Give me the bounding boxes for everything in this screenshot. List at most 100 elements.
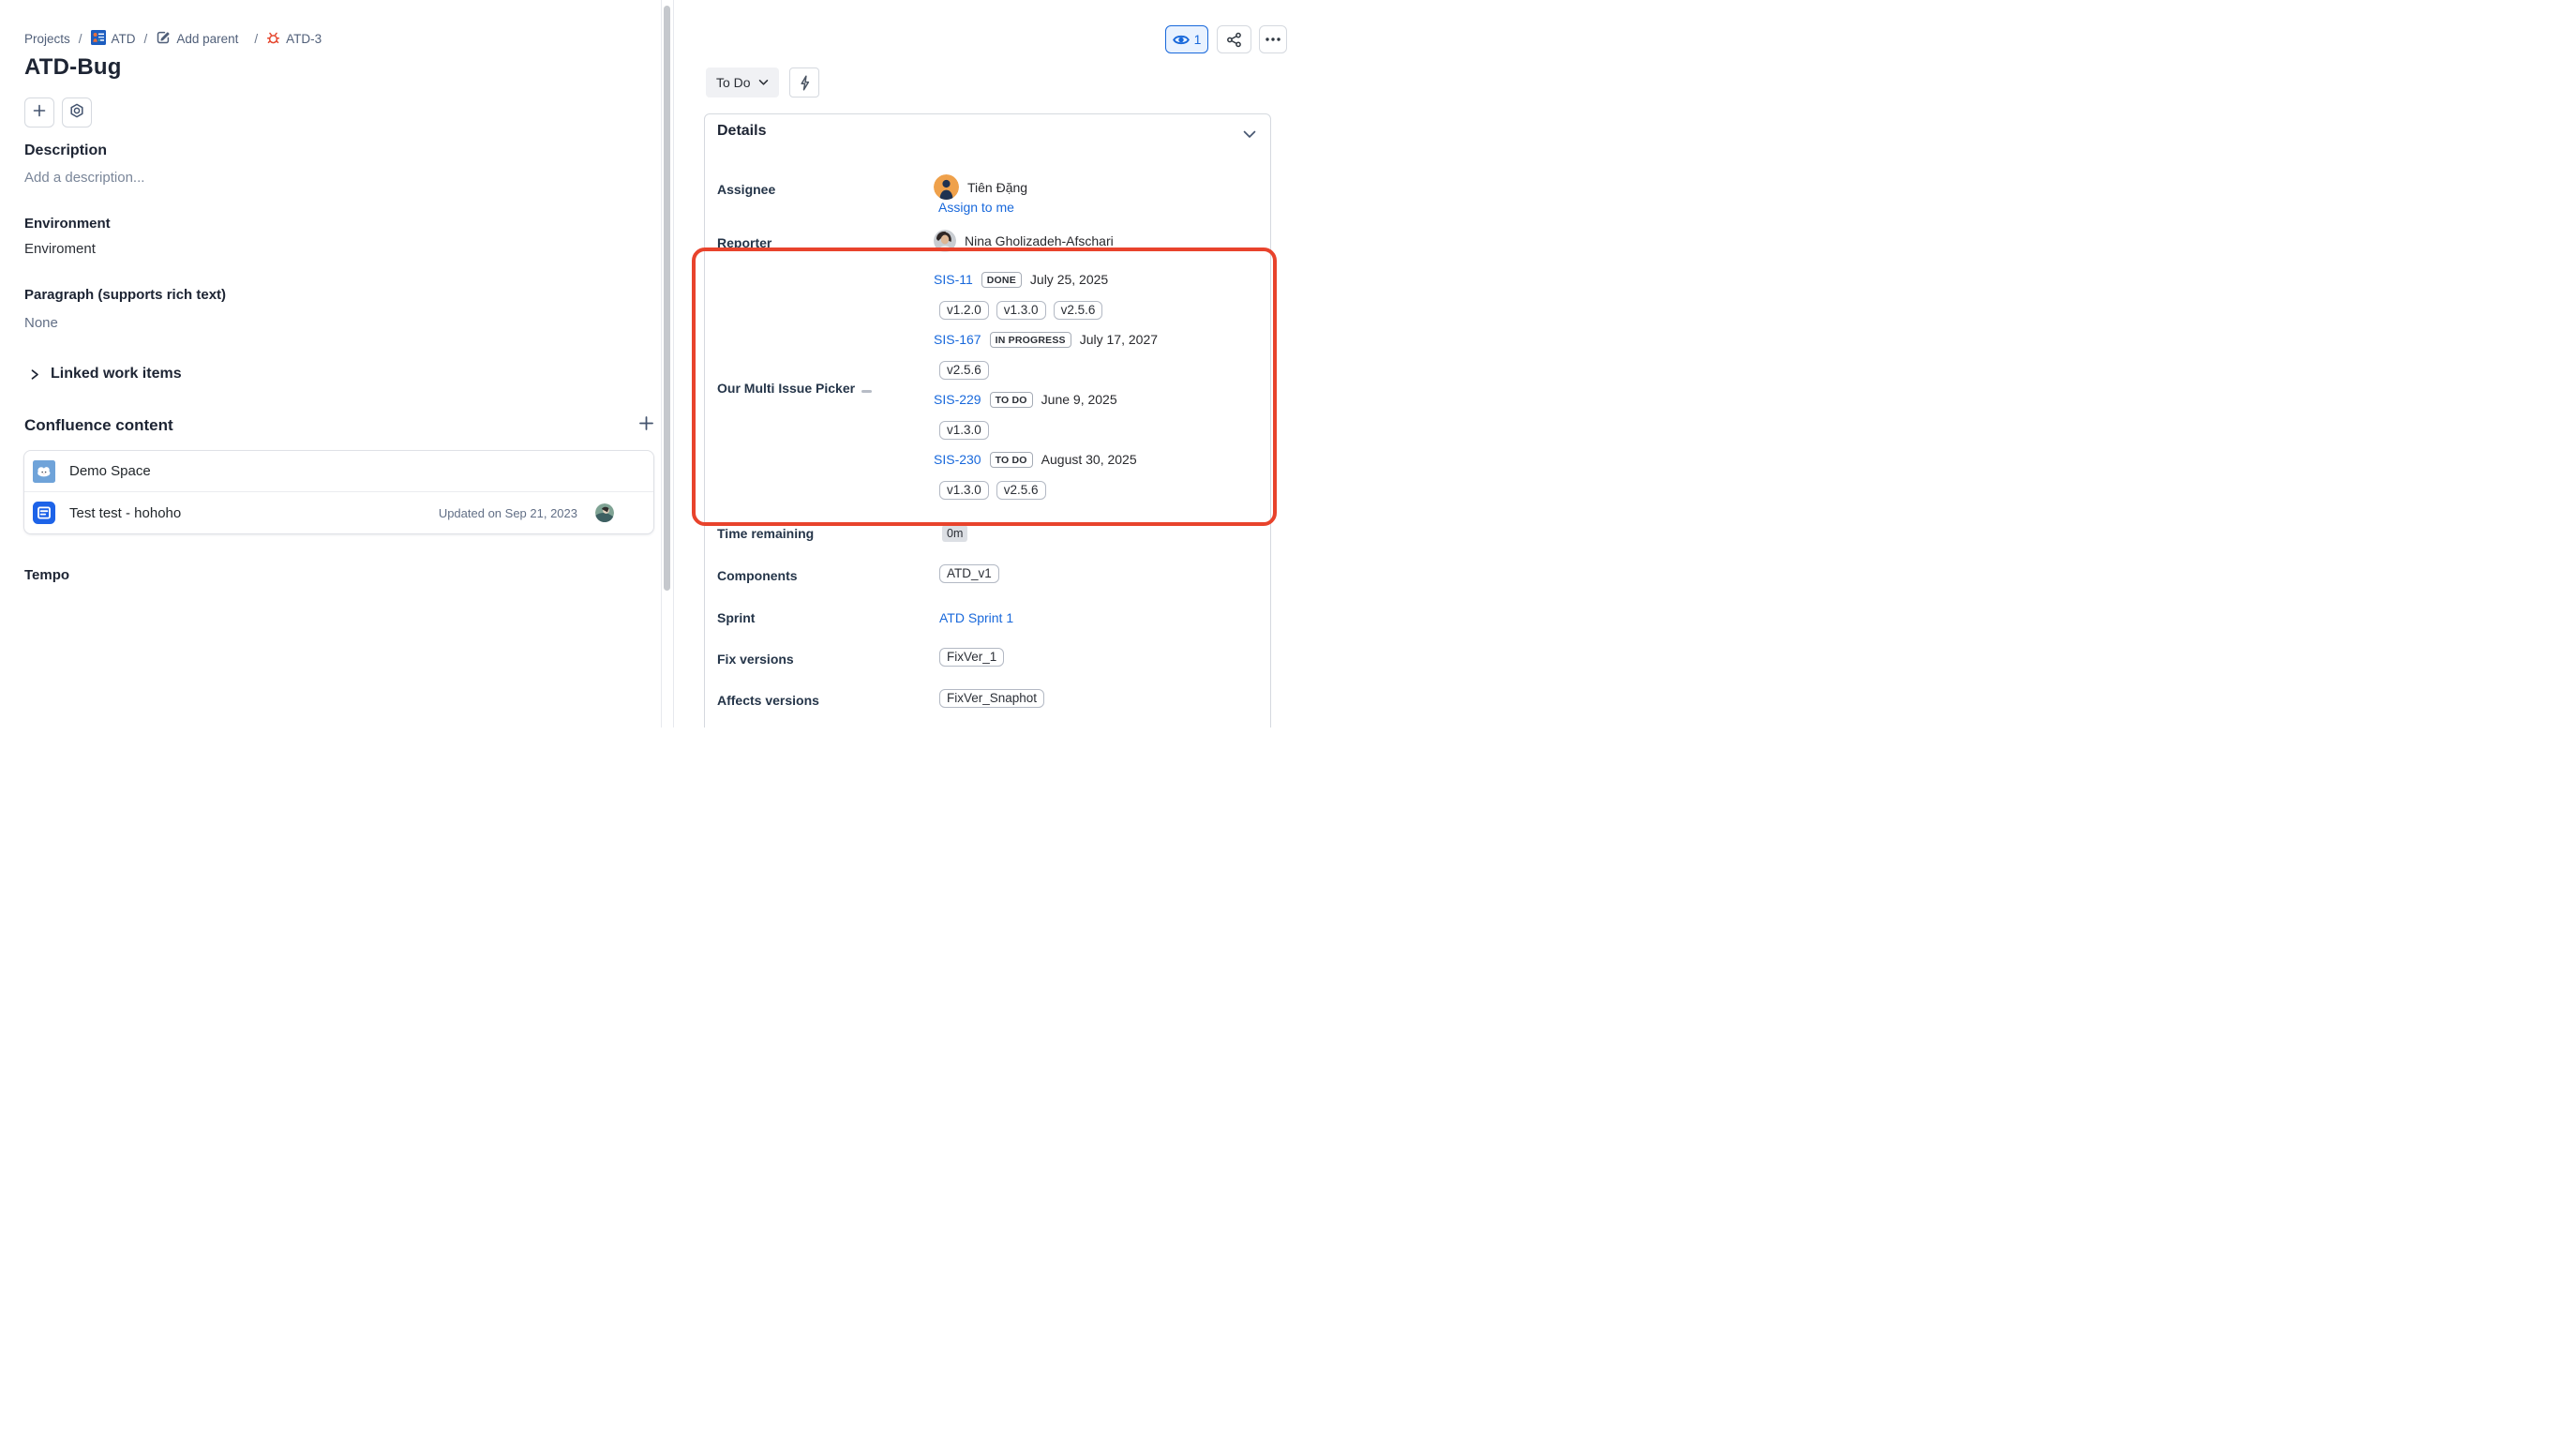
plus-icon	[32, 103, 47, 123]
breadcrumb-projects-link[interactable]: Projects	[24, 32, 70, 46]
tempo-heading: Tempo	[24, 567, 69, 583]
sprint-link[interactable]: ATD Sprint 1	[939, 610, 1013, 625]
issue-versions-row: v1.3.0	[934, 420, 1281, 441]
assignee-value[interactable]: Tiên Đặng	[934, 174, 1027, 200]
issue-key-link[interactable]: SIS-229	[934, 392, 981, 407]
issue-versions-row: v1.2.0 v1.3.0 v2.5.6	[934, 300, 1281, 321]
fix-versions-value-pill[interactable]: FixVer_1	[939, 648, 1004, 667]
reporter-label: Reporter	[717, 235, 771, 250]
status-badge: TO DO	[990, 392, 1033, 408]
multi-issue-picker-label-text: Our Multi Issue Picker	[717, 381, 855, 396]
breadcrumb: Projects / ATD / Add parent / ATD-3	[24, 30, 322, 48]
linked-work-items-expander[interactable]: Linked work items	[29, 366, 182, 382]
eye-icon	[1173, 34, 1190, 46]
edit-icon	[156, 30, 171, 48]
breadcrumb-separator: /	[77, 32, 84, 46]
issue-date: July 25, 2025	[1030, 272, 1108, 287]
issue-date: June 9, 2025	[1041, 392, 1117, 407]
assign-to-me-link[interactable]: Assign to me	[938, 200, 1014, 215]
project-avatar-icon	[91, 30, 106, 48]
details-collapse-chevron-icon[interactable]	[1243, 127, 1256, 143]
sprint-label: Sprint	[717, 610, 755, 625]
confluence-page-title[interactable]: Test test - hohoho	[69, 505, 181, 521]
fix-versions-label: Fix versions	[717, 652, 794, 667]
reporter-avatar	[934, 230, 956, 252]
chevron-down-icon	[758, 79, 769, 86]
breadcrumb-separator: /	[252, 32, 260, 46]
issue-row: SIS-11 DONE July 25, 2025	[934, 270, 1281, 289]
confluence-page-row[interactable]: Test test - hohoho Updated on Sep 21, 20…	[24, 491, 653, 533]
add-confluence-content-button[interactable]	[637, 414, 655, 437]
watchers-count: 1	[1194, 32, 1202, 47]
paragraph-field-label: Paragraph (supports rich text)	[24, 287, 226, 303]
breadcrumb-add-parent-link[interactable]: Add parent	[176, 32, 238, 46]
issue-versions-row: v2.5.6	[934, 360, 1281, 381]
multi-issue-picker-value: SIS-11 DONE July 25, 2025 v1.2.0 v1.3.0 v2.5.…	[934, 270, 1281, 510]
linked-work-items-heading: Linked work items	[51, 366, 182, 382]
automation-button[interactable]	[789, 68, 819, 98]
status-badge: IN PROGRESS	[990, 332, 1071, 348]
issue-key-link[interactable]: SIS-167	[934, 332, 981, 347]
version-pill: v1.3.0	[996, 301, 1046, 320]
share-button[interactable]	[1217, 25, 1251, 53]
issue-date: July 17, 2027	[1080, 332, 1158, 347]
version-pill: v1.3.0	[939, 481, 989, 500]
affects-versions-value-pill[interactable]: FixVer_Snaphot	[939, 689, 1044, 708]
time-remaining-label: Time remaining	[717, 526, 814, 541]
environment-label: Environment	[24, 216, 111, 232]
hexnut-icon	[69, 103, 84, 123]
lightning-bolt-icon	[798, 75, 812, 91]
version-pill: v2.5.6	[996, 481, 1046, 500]
jira-issue-view: Projects / ATD / Add parent / ATD-3 ATD-…	[0, 0, 1288, 728]
confluence-page-updated: Updated on Sep 21, 2023	[439, 506, 577, 520]
status-badge: TO DO	[990, 452, 1033, 468]
components-label: Components	[717, 568, 798, 583]
bug-icon	[266, 31, 280, 48]
components-value-pill[interactable]: ATD_v1	[939, 564, 999, 583]
panel-scrollbar-thumb[interactable]	[664, 6, 670, 591]
version-pill: v1.3.0	[939, 421, 989, 440]
multi-issue-picker-label: Our Multi Issue Picker	[717, 381, 914, 396]
assignee-avatar	[934, 174, 959, 200]
add-button[interactable]	[24, 98, 54, 128]
status-badge: DONE	[981, 272, 1022, 288]
version-pill: v2.5.6	[939, 361, 989, 380]
confluence-space-row[interactable]: Demo Space	[24, 451, 653, 491]
reporter-name: Nina Gholizadeh-Afschari	[965, 233, 1114, 248]
share-icon	[1226, 32, 1242, 48]
status-dropdown[interactable]: To Do	[706, 68, 779, 98]
breadcrumb-issue-key-link[interactable]: ATD-3	[286, 32, 322, 46]
breadcrumb-project[interactable]: ATD	[91, 30, 136, 48]
description-placeholder[interactable]: Add a description...	[24, 170, 144, 186]
environment-value[interactable]: Enviroment	[24, 241, 96, 257]
issue-key-link[interactable]: SIS-230	[934, 452, 981, 467]
breadcrumb-separator: /	[142, 32, 150, 46]
apps-config-button[interactable]	[62, 98, 92, 128]
description-heading: Description	[24, 142, 107, 159]
issue-date: August 30, 2025	[1041, 452, 1137, 467]
paragraph-field-value[interactable]: None	[24, 315, 58, 331]
confluence-page-author-avatar[interactable]	[595, 503, 614, 522]
confluence-heading: Confluence content	[24, 416, 173, 435]
details-heading: Details	[717, 123, 766, 140]
time-remaining-value: 0m	[942, 525, 967, 542]
confluence-card: Demo Space Test test - hohoho Updated on…	[23, 450, 654, 534]
issue-row: SIS-167 IN PROGRESS July 17, 2027	[934, 330, 1281, 349]
more-actions-button[interactable]	[1259, 25, 1287, 53]
page-title: ATD-Bug	[24, 54, 122, 81]
issue-key-link[interactable]: SIS-11	[934, 272, 973, 287]
more-icon	[1266, 38, 1281, 41]
title-actions	[24, 98, 92, 128]
affects-versions-label: Affects versions	[717, 693, 819, 708]
status-dropdown-label: To Do	[716, 75, 751, 90]
reporter-value[interactable]: Nina Gholizadeh-Afschari	[934, 230, 1114, 252]
watchers-button[interactable]: 1	[1165, 25, 1208, 53]
confluence-space-icon	[33, 460, 55, 483]
version-pill: v1.2.0	[939, 301, 989, 320]
breadcrumb-project-link[interactable]: ATD	[112, 32, 136, 46]
confluence-space-title[interactable]: Demo Space	[69, 463, 151, 479]
breadcrumb-issue[interactable]: ATD-3	[266, 31, 322, 48]
label-overflow-dash	[861, 390, 872, 393]
version-pill: v2.5.6	[1054, 301, 1103, 320]
breadcrumb-add-parent[interactable]: Add parent	[156, 30, 238, 48]
